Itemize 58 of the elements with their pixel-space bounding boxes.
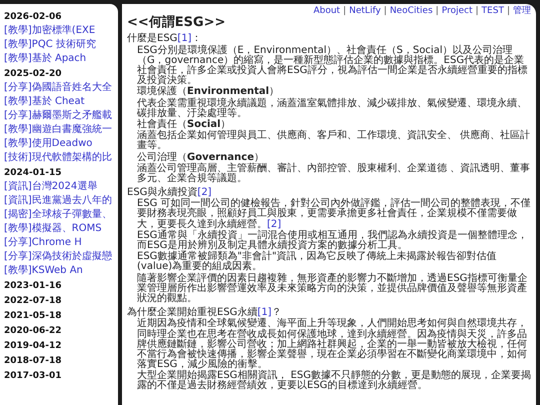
- reference-link[interactable]: [1]: [257, 307, 272, 318]
- date-heading: 2026-02-06: [4, 12, 63, 22]
- date-heading: 2017-03-01: [4, 371, 63, 381]
- paragraph: 涵蓋包括企業如何管理與員工、供應商、客戶和、工作環境、資訊安全、 供應商、社區計畫等。: [137, 131, 531, 152]
- paragraph: 隨著影響企業評價的因素日趨複雜，無形資產的影響力不斷增加，透過ESG指標可衡量企業管理層所作出影響營運效率及未來策略方向的決策，並提供品牌價值及聲譽等無形資產狀況的觀點。: [137, 274, 528, 304]
- reference-link[interactable]: [1]: [177, 33, 192, 44]
- post-link[interactable]: [教學]模擬器、ROMS: [4, 223, 102, 234]
- nav-link[interactable]: About: [313, 7, 340, 16]
- nav-separator: |: [506, 7, 510, 16]
- post-link[interactable]: [教學]加密標準(EXE: [4, 25, 96, 36]
- post-link[interactable]: [教學]幽遊白書魔強統一: [4, 124, 112, 135]
- date-heading: 2018-07-18: [4, 356, 63, 366]
- date-heading: 2022-07-18: [4, 296, 63, 306]
- post-link[interactable]: [教學]PQC 技術研究: [4, 39, 96, 50]
- page-title: <<何謂ESG>>: [127, 16, 226, 30]
- paragraph: ESG數據通常被歸類為"非會計"資訊，因為它反映了傳統上未揭露於報告卻對估值(value)為重要的組成因素。: [137, 252, 498, 272]
- nav-separator: |: [476, 7, 479, 16]
- post-link[interactable]: [分享]深偽技術於虛擬戀: [4, 251, 112, 262]
- date-heading: 2023-01-16: [4, 281, 63, 291]
- post-link[interactable]: [資訊]台灣2024選舉: [4, 181, 98, 192]
- nav-separator: |: [384, 7, 387, 16]
- paragraph: 代表企業需重視環境永續議題，涵蓋溫室氣體排放、減少碳排放、氣候變遷、環境永續、碳排放量、汙染處理等。: [137, 98, 528, 119]
- section-heading: 什麼是ESG[1]：: [127, 34, 203, 44]
- reference-link[interactable]: [2]: [197, 187, 212, 198]
- paragraph: ESG通常與「永續投資」一詞混合使用或相互通用，我們認為永續投資是一個整體理念，而ESG是用於辨別及制定具體永續投資方案的數據分析工具。: [137, 230, 528, 252]
- date-heading: 2024-01-15: [4, 168, 63, 178]
- post-link[interactable]: [教學]使用Deadwo: [4, 138, 92, 149]
- post-link[interactable]: [教學]基於 Apach: [4, 53, 86, 64]
- post-link[interactable]: [分享]赫爾墨斯之矛艦載: [4, 110, 112, 121]
- nav-link[interactable]: NetLify: [349, 7, 381, 16]
- post-link[interactable]: [分享]偽國語音姓名大全: [4, 82, 112, 93]
- post-link[interactable]: [揭密]全球核子彈數量、: [4, 209, 112, 220]
- paragraph: ESG分別是環境保護（E，Environmental）、社會責任（S，Social）以及公司治理（G，governance）的縮寫，是一種新型態評估企業的數據與指標。ESG代表的是企業社會責任，許多企業或投資人會將ESG評分，視為評估一間企業是否永續經營重要的指標及投資決策。: [137, 46, 528, 86]
- reference-link[interactable]: [2]: [267, 218, 282, 230]
- date-heading: 2025-02-20: [4, 69, 63, 79]
- post-link[interactable]: [技術]現代軟體架構的比: [4, 152, 112, 163]
- nav-separator: |: [343, 7, 346, 16]
- nav-link[interactable]: NeoCities: [390, 7, 433, 16]
- paragraph: 大型企業開始揭露ESG相關資訊， ESG數據不只靜態的分數，更是動態的展現，企業要揭露的不僅是過去財務經營績效，更要以ESG的目標達到永續經營。: [137, 371, 531, 392]
- section-heading: ESG與永續投資[2]: [127, 188, 212, 198]
- nav-separator: |: [436, 7, 439, 16]
- nav-link[interactable]: 管理: [513, 7, 531, 16]
- subheading: 公司治理（Governance）: [137, 152, 266, 163]
- section-heading: 為什麼企業開始重視ESG永續[1]？: [127, 308, 282, 318]
- paragraph: 涵蓋公司管理高層、主管薪酬、審計、內部控管、股東權利、企業道德 、資訊透明、董事多元、企業合規等議題。: [137, 164, 531, 184]
- post-link[interactable]: [資訊]民進黨過去八年的: [4, 195, 112, 206]
- subheading: 環境保護（Environmental）: [137, 87, 280, 98]
- nav-link[interactable]: Project: [442, 7, 472, 16]
- post-link[interactable]: [分享]Chrome H: [4, 237, 82, 248]
- paragraph: ESG 可如同一間公司的健檢報告，針對公司內外做評鑑，評估一間公司的整體表現，不僅要財務表現亮眼，照顧好員工與股東，更需要承擔更多社會責任，企業規模不僅需要做大，更要長久達到永續經營。[2]: [137, 199, 531, 230]
- subheading: 社會責任（Social）: [137, 120, 232, 130]
- date-heading: 2019-04-12: [4, 341, 63, 351]
- paragraph: 近期因為疫情和全球氣候變遷、海平面上升等現象，人們開始思考如何與自然環境共存，同時理企業也在思考在營收成長如何保護地球，達到永續經營。因為疫情與天災，許多品牌供應鏈斷鏈，影響公司營收；加上網路社群興起，企業的一舉一動皆被放大檢視，任何不當行為會被快速傳播，影響企業聲譽，現在企業必須學習在不斷變化商業環境中，如何落實ESG，減少風險的衝擊。: [137, 319, 527, 370]
- date-heading: 2021-05-18: [4, 311, 63, 321]
- post-link[interactable]: [教學]KSWeb An: [4, 265, 83, 276]
- nav-link[interactable]: TEST: [482, 7, 504, 16]
- date-heading: 2020-06-22: [4, 326, 63, 336]
- post-link[interactable]: [教學]基於 Cheat: [4, 96, 85, 107]
